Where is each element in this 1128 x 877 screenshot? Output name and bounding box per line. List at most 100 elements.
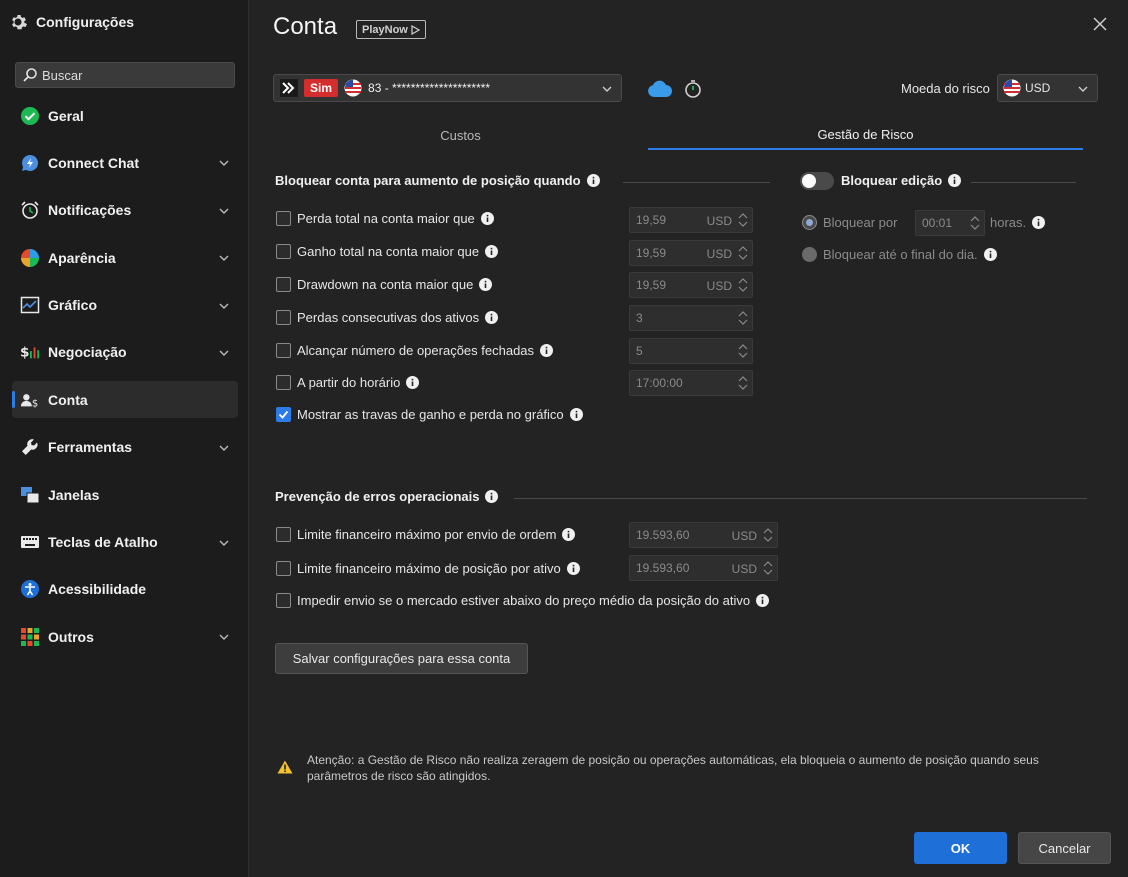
svg-text:$: $ [20, 345, 29, 361]
currency-label: Moeda do risco [901, 81, 990, 96]
search-input[interactable]: Buscar [15, 62, 235, 88]
user-money-icon: $ [20, 390, 40, 410]
lock-row-consecutive-losses: Perdas consecutivas dos ativos [276, 310, 499, 325]
info-icon[interactable] [983, 248, 997, 261]
palette-icon [20, 248, 40, 268]
sidebar-item-connect-chat[interactable]: Connect Chat [12, 144, 238, 181]
radio-until-end[interactable] [802, 247, 817, 262]
closed-operations-input[interactable]: 5 [629, 338, 753, 364]
section-title-text: Bloquear conta para aumento de posição q… [275, 173, 581, 188]
lock-row-total-gain: Ganho total na conta maior que [276, 244, 499, 259]
sidebar-item-outros[interactable]: Outros [12, 618, 238, 655]
checkbox[interactable] [276, 211, 291, 226]
chevron-down-icon [219, 160, 229, 167]
max-order-input[interactable]: 19.593,60 USD [629, 522, 778, 548]
checkbox[interactable] [276, 244, 291, 259]
sidebar-item-aparencia[interactable]: Aparência [12, 239, 238, 276]
search-placeholder: Buscar [42, 67, 83, 83]
input-value: 3 [636, 311, 643, 325]
spinner-arrows-icon[interactable] [738, 276, 748, 294]
spinner-arrows-icon[interactable] [738, 244, 748, 262]
sidebar-item-conta[interactable]: $ Conta [12, 381, 238, 419]
spinner-arrows-icon[interactable] [738, 309, 748, 327]
sidebar-item-acessibilidade[interactable]: Acessibilidade [12, 571, 238, 608]
sidebar-item-label: Outros [48, 628, 94, 645]
cancel-button[interactable]: Cancelar [1018, 832, 1111, 864]
account-select[interactable]: Sim 83 - ********************* [273, 74, 622, 102]
sidebar-item-teclas-de-atalho[interactable]: Teclas de Atalho [12, 524, 238, 561]
chevron-down-icon [219, 350, 229, 356]
sidebar-nav: Geral Connect Chat Notificações Aparênci… [12, 97, 238, 666]
info-icon[interactable] [756, 594, 770, 607]
sidebar-item-grafico[interactable]: Gráfico [12, 287, 238, 324]
edit-lock-toggle[interactable] [800, 172, 834, 190]
checkbox[interactable] [276, 561, 291, 576]
trading-icon: $ [20, 342, 40, 362]
section-divider [623, 182, 770, 183]
sidebar-item-label: Geral [48, 107, 84, 124]
sidebar-item-ferramentas[interactable]: Ferramentas [12, 429, 238, 466]
close-icon[interactable] [1092, 16, 1108, 32]
row-label: Limite financeiro máximo de posição por … [297, 561, 561, 576]
spinner-arrows-icon[interactable] [763, 526, 773, 544]
spinner-arrows-icon[interactable] [970, 214, 980, 232]
info-icon[interactable] [569, 408, 583, 421]
checkbox[interactable] [276, 593, 291, 608]
info-icon[interactable] [480, 212, 494, 225]
row-label: Mostrar as travas de ganho e perda no gr… [297, 407, 564, 422]
input-unit: USD [731, 562, 757, 576]
info-icon[interactable] [1032, 216, 1046, 229]
tab-gestao-de-risco[interactable]: Gestão de Risco [648, 120, 1083, 150]
sidebar-item-janelas[interactable]: Janelas [12, 476, 238, 513]
playnow-badge[interactable]: PlayNow [356, 20, 426, 39]
chevron-down-icon [219, 208, 229, 214]
info-icon[interactable] [479, 278, 493, 291]
gear-icon [12, 15, 27, 30]
info-icon[interactable] [566, 562, 580, 575]
checkbox[interactable] [276, 375, 291, 390]
radio-block-for[interactable] [802, 215, 817, 230]
info-icon[interactable] [485, 311, 499, 324]
page-title: Conta [273, 13, 338, 40]
info-icon[interactable] [485, 490, 499, 503]
total-gain-input[interactable]: 19,59 USD [629, 240, 753, 266]
checkbox[interactable] [276, 277, 291, 292]
info-icon[interactable] [406, 376, 420, 389]
spinner-arrows-icon[interactable] [763, 559, 773, 577]
ok-button[interactable]: OK [914, 832, 1007, 864]
spinner-arrows-icon[interactable] [738, 211, 748, 229]
chevron-down-icon [602, 86, 612, 92]
until-end-label: Bloquear até o final do dia. [823, 247, 978, 262]
info-icon[interactable] [485, 245, 499, 258]
save-account-settings-button[interactable]: Salvar configurações para essa conta [275, 643, 528, 674]
lock-row-total-loss: Perda total na conta maior que [276, 211, 494, 226]
spinner-arrows-icon[interactable] [738, 374, 748, 392]
prevent-below-average-row: Impedir envio se o mercado estiver abaix… [276, 593, 770, 608]
consecutive-losses-input[interactable]: 3 [629, 305, 753, 331]
currency-select[interactable]: USD [997, 74, 1098, 102]
info-icon[interactable] [948, 174, 962, 187]
info-icon[interactable] [586, 174, 600, 187]
checkbox-checked[interactable] [276, 407, 291, 422]
total-loss-input[interactable]: 19,59 USD [629, 207, 753, 233]
checkbox[interactable] [276, 310, 291, 325]
max-position-row: Limite financeiro máximo de posição por … [276, 561, 580, 576]
block-hours-input[interactable]: 00:01 [915, 210, 985, 236]
tab-bar: Custos Gestão de Risco [273, 120, 1083, 150]
sidebar-item-label: Negociação [48, 344, 127, 361]
sidebar-item-notificacoes[interactable]: Notificações [12, 192, 238, 229]
spinner-arrows-icon[interactable] [738, 342, 748, 360]
hours-suffix-row: horas. [990, 215, 1046, 230]
max-position-input[interactable]: 19.593,60 USD [629, 555, 778, 581]
checkbox[interactable] [276, 527, 291, 542]
sidebar-item-label: Aparência [48, 249, 116, 266]
info-icon[interactable] [540, 344, 554, 357]
checkmark-icon [278, 410, 289, 419]
checkbox[interactable] [276, 343, 291, 358]
from-time-input[interactable]: 17:00:00 [629, 370, 753, 396]
sidebar-item-negociacao[interactable]: $ Negociação [12, 334, 238, 371]
sidebar-item-geral[interactable]: Geral [12, 97, 238, 134]
tab-custos[interactable]: Custos [273, 120, 648, 150]
drawdown-input[interactable]: 19,59 USD [629, 272, 753, 298]
info-icon[interactable] [562, 528, 576, 541]
